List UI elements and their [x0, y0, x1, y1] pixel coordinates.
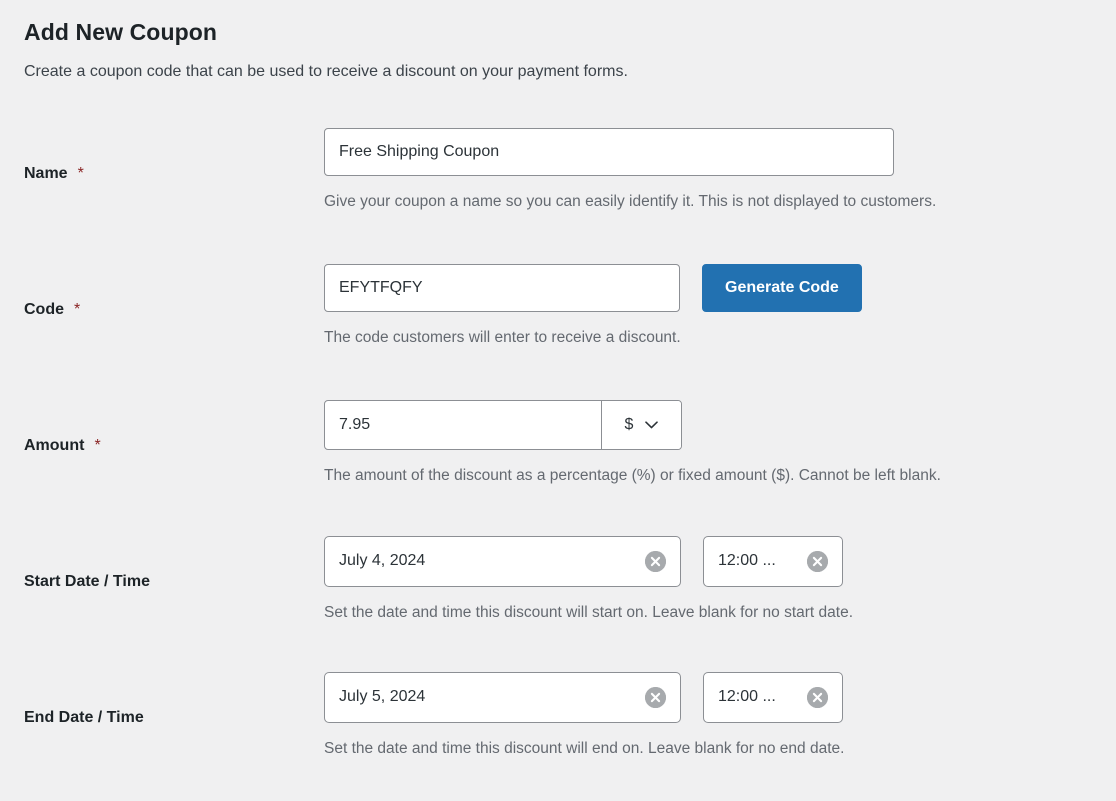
page-title: Add New Coupon	[24, 19, 218, 45]
label-name-text: Name	[24, 164, 68, 182]
end-time-picker[interactable]: 12:00 ...	[703, 671, 843, 723]
coupon-form: Name * Give your coupon a name so you can…	[0, 120, 1116, 784]
form-row-start-date: Start Date / Time July 4, 2024 12:00 ...…	[24, 528, 1092, 664]
form-row-amount: Amount * $	[24, 392, 1092, 528]
clear-start-date-icon[interactable]	[645, 550, 666, 572]
coupon-amount-input[interactable]	[325, 400, 601, 449]
start-time-value: 12:00 ...	[718, 552, 776, 570]
start-date-value: July 4, 2024	[339, 552, 426, 570]
end-date-picker[interactable]: July 5, 2024	[324, 671, 681, 723]
required-asterisk-amount: *	[94, 436, 101, 454]
end-time-value: 12:00 ...	[718, 688, 776, 706]
currency-selected-value: $	[624, 415, 634, 433]
label-name: Name *	[24, 120, 324, 183]
amount-input-group: $	[324, 399, 682, 450]
clear-start-time-icon[interactable]	[807, 550, 828, 572]
label-end-date-text: End Date / Time	[24, 708, 144, 726]
label-start-date-text: Start Date / Time	[24, 572, 150, 590]
clear-end-time-icon[interactable]	[807, 686, 828, 708]
label-end-date: End Date / Time	[24, 664, 324, 727]
field-name: Give your coupon a name so you can easil…	[324, 120, 1092, 213]
page-header: Add New Coupon Create a coupon code that…	[0, 0, 1116, 84]
add-coupon-page: Add New Coupon Create a coupon code that…	[0, 0, 1116, 801]
chevron-down-icon	[645, 421, 659, 429]
clear-end-date-icon[interactable]	[645, 686, 666, 708]
control-line-end-date: July 5, 2024 12:00 ...	[324, 671, 1092, 723]
form-row-end-date: End Date / Time July 5, 2024 12:00 ... S…	[24, 664, 1092, 784]
field-code: Generate Code The code customers will en…	[324, 256, 1092, 349]
start-date-picker[interactable]: July 4, 2024	[324, 535, 681, 587]
control-line-name	[324, 127, 1092, 176]
currency-type-select[interactable]: $	[601, 400, 681, 449]
coupon-code-input[interactable]	[324, 263, 680, 312]
help-text-end-date: Set the date and time this discount will…	[324, 739, 845, 757]
label-amount: Amount *	[24, 392, 324, 455]
field-amount: $ The amount of the discount as a percen…	[324, 392, 1092, 487]
form-row-name: Name * Give your coupon a name so you can…	[24, 120, 1092, 256]
coupon-name-input[interactable]	[324, 127, 894, 176]
label-amount-text: Amount	[24, 436, 85, 454]
generate-code-button[interactable]: Generate Code	[702, 263, 862, 312]
help-text-amount: The amount of the discount as a percenta…	[324, 466, 941, 484]
help-text-name: Give your coupon a name so you can easil…	[324, 192, 937, 210]
page-subtitle: Create a coupon code that can be used to…	[24, 62, 628, 80]
field-start-date: July 4, 2024 12:00 ... Set the date and …	[324, 528, 1092, 624]
form-row-code: Code * Generate Code The code customers w…	[24, 256, 1092, 392]
label-code: Code *	[24, 256, 324, 319]
control-line-code: Generate Code	[324, 263, 1092, 312]
end-date-value: July 5, 2024	[339, 688, 426, 706]
control-line-start-date: July 4, 2024 12:00 ...	[324, 535, 1092, 587]
required-asterisk-code: *	[74, 300, 81, 318]
label-code-text: Code	[24, 300, 64, 318]
required-asterisk-name: *	[77, 164, 84, 182]
start-time-picker[interactable]: 12:00 ...	[703, 535, 843, 587]
label-start-date: Start Date / Time	[24, 528, 324, 591]
field-end-date: July 5, 2024 12:00 ... Set the date and …	[324, 664, 1092, 760]
help-text-start-date: Set the date and time this discount will…	[324, 603, 854, 621]
control-line-amount: $	[324, 399, 1092, 450]
help-text-code: The code customers will enter to receive…	[324, 328, 681, 346]
